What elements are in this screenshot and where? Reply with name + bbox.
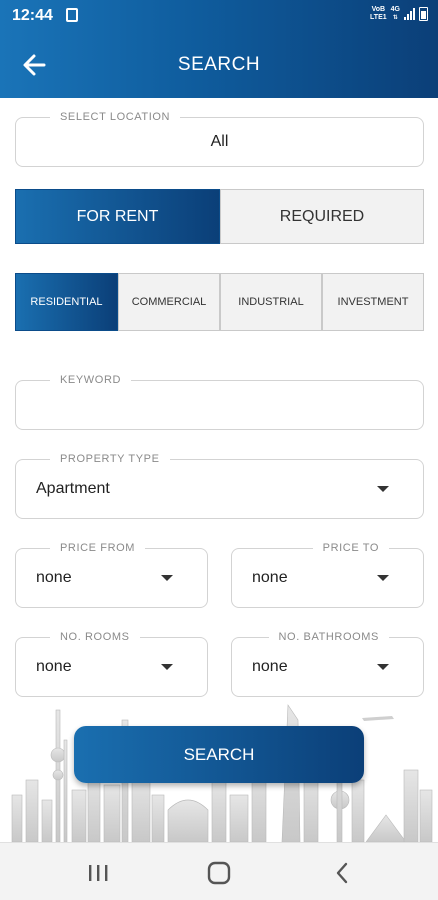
rooms-select[interactable]: NO. ROOMS none <box>15 630 208 697</box>
tab-residential[interactable]: RESIDENTIAL <box>15 273 118 331</box>
search-button[interactable]: SEARCH <box>74 726 364 783</box>
property-type-select[interactable]: PROPERTY TYPE Apartment <box>15 452 424 519</box>
chevron-down-icon <box>161 664 173 670</box>
volte-indicator: VoB LTE1 <box>370 6 387 22</box>
price-from-value: none <box>36 569 72 586</box>
property-type-value: Apartment <box>36 480 110 497</box>
rooms-value: none <box>36 658 72 675</box>
chevron-down-icon <box>377 664 389 670</box>
price-from-select[interactable]: PRICE FROM none <box>15 541 208 608</box>
tab-investment[interactable]: INVESTMENT <box>322 273 424 331</box>
location-value: All <box>210 133 229 150</box>
category-tabs: RESIDENTIAL COMMERCIAL INDUSTRIAL INVEST… <box>15 273 424 331</box>
bathrooms-value: none <box>252 658 288 675</box>
price-to-label: PRICE TO <box>312 541 389 555</box>
location-select[interactable]: SELECT LOCATION All <box>15 110 424 167</box>
keyword-input[interactable]: KEYWORD <box>15 373 424 430</box>
price-to-value: none <box>252 569 288 586</box>
notification-icon <box>66 8 78 22</box>
app-header: 12:44 VoB LTE1 4G ⇅ SEARCH <box>0 0 438 98</box>
tab-commercial[interactable]: COMMERCIAL <box>118 273 220 331</box>
bathrooms-select[interactable]: NO. BATHROOMS none <box>231 630 424 697</box>
network-type-label: 4G <box>390 6 400 13</box>
volte-label: VoB <box>371 6 386 13</box>
chevron-down-icon <box>377 575 389 581</box>
price-to-select[interactable]: PRICE TO none <box>231 541 424 608</box>
system-nav-bar <box>0 842 438 900</box>
status-icons: VoB LTE1 4G ⇅ <box>370 6 428 22</box>
page-title: SEARCH <box>177 54 261 75</box>
lte-label: LTE1 <box>370 14 387 21</box>
listing-type-tabs: FOR RENT REQUIRED <box>15 189 424 244</box>
chevron-down-icon <box>377 486 389 492</box>
back-icon <box>336 862 348 884</box>
status-time: 12:44 <box>12 7 53 24</box>
tab-industrial[interactable]: INDUSTRIAL <box>220 273 322 331</box>
system-back-button[interactable] <box>327 858 357 888</box>
recent-apps-icon <box>89 865 108 881</box>
network-type-indicator: 4G ⇅ <box>390 6 400 21</box>
tab-for-rent[interactable]: FOR RENT <box>15 189 220 244</box>
recent-apps-button[interactable] <box>83 858 113 888</box>
chevron-down-icon <box>161 575 173 581</box>
battery-icon <box>419 7 428 21</box>
home-button[interactable] <box>204 858 234 888</box>
signal-icon <box>404 8 415 20</box>
tab-required[interactable]: REQUIRED <box>220 189 424 244</box>
status-bar: 12:44 VoB LTE1 4G ⇅ <box>0 0 438 32</box>
home-icon <box>207 861 231 885</box>
keyword-label: KEYWORD <box>50 373 132 387</box>
